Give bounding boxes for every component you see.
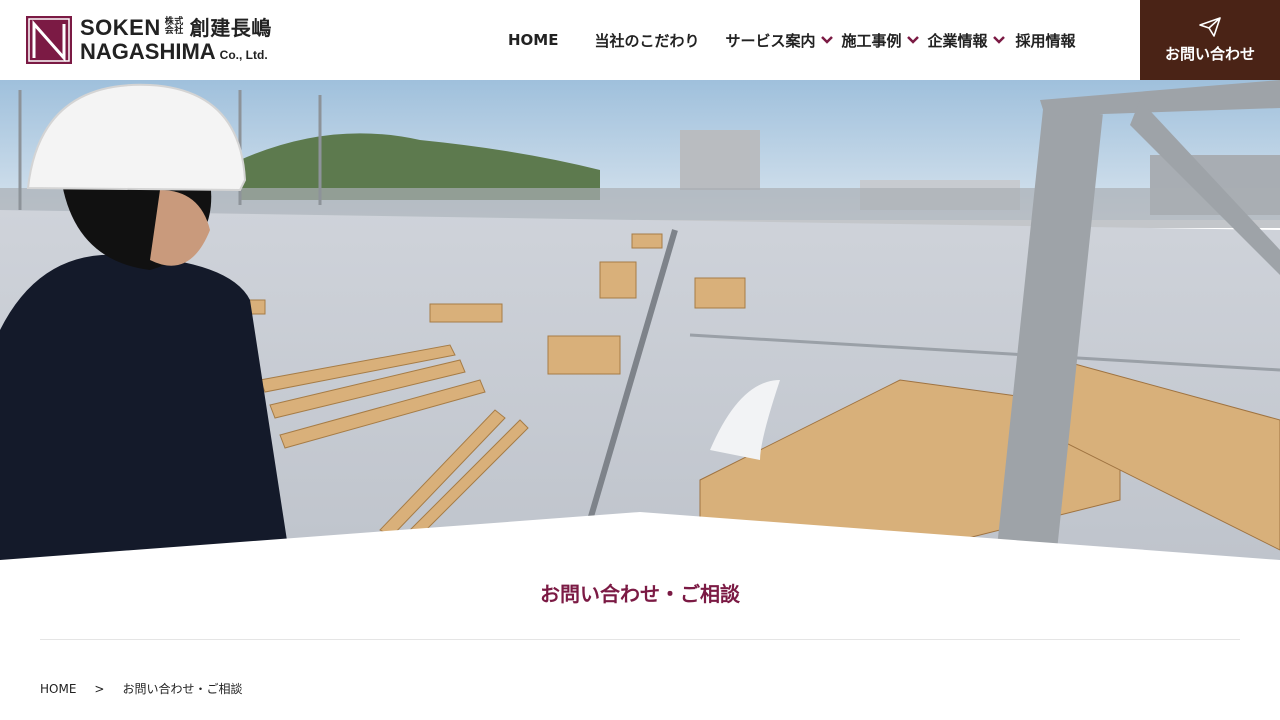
logo-text-nagashima: NAGASHIMA [80, 39, 216, 64]
nav-item-services[interactable]: サービス案内 [726, 30, 834, 51]
hero-image [0, 80, 1280, 560]
logo-text-co-ltd: Co., Ltd. [219, 48, 268, 62]
contact-button-label: お問い合わせ [1164, 44, 1255, 63]
nav-item-label: サービス案内 [725, 31, 816, 50]
nav-item-recruit[interactable]: 採用情報 [1016, 30, 1076, 51]
nav-item-label: HOME [508, 31, 559, 49]
nav-item-label: 採用情報 [1015, 31, 1076, 50]
nav-item-home[interactable]: HOME [508, 31, 558, 49]
nav-item-label: 施工事例 [841, 31, 902, 50]
chevron-down-icon [992, 36, 1005, 44]
chevron-down-icon [820, 36, 833, 44]
breadcrumb-separator: > [94, 681, 105, 696]
logo-text-soken: SOKEN [80, 15, 161, 40]
page-title: お問い合わせ・ご相談 [540, 582, 740, 606]
divider [40, 639, 1240, 640]
nav-item-label: 企業情報 [927, 31, 988, 50]
nav-item-label: 当社のこだわり [594, 31, 700, 50]
nav-item-works[interactable]: 施工事例 [842, 30, 920, 51]
breadcrumb: HOME > お問い合わせ・ご相談 [40, 680, 1280, 697]
construction-site-photo [0, 80, 1280, 560]
chevron-down-icon [906, 36, 919, 44]
logo-text-company-jp: 創建長嶋 [189, 16, 272, 40]
main-nav: HOME 当社のこだわり サービス案内 施工事例 企業情報 採用情報 [500, 0, 1076, 80]
site-logo[interactable]: SOKEN 株式 会社 創建長嶋 NAGASHIMA Co., Ltd. [26, 16, 272, 64]
breadcrumb-home-link[interactable]: HOME [40, 682, 76, 696]
logo-mark-icon [26, 16, 72, 64]
paper-plane-icon [1199, 16, 1221, 37]
nav-item-commitment[interactable]: 当社のこだわり [594, 30, 699, 51]
contact-button[interactable]: お問い合わせ [1140, 0, 1280, 80]
logo-text-kabushiki: 株式 会社 [164, 16, 184, 35]
nav-item-company[interactable]: 企業情報 [928, 30, 1006, 51]
breadcrumb-current: お問い合わせ・ご相談 [122, 682, 243, 696]
site-header: SOKEN 株式 会社 創建長嶋 NAGASHIMA Co., Ltd. HOME 当… [0, 0, 1280, 80]
